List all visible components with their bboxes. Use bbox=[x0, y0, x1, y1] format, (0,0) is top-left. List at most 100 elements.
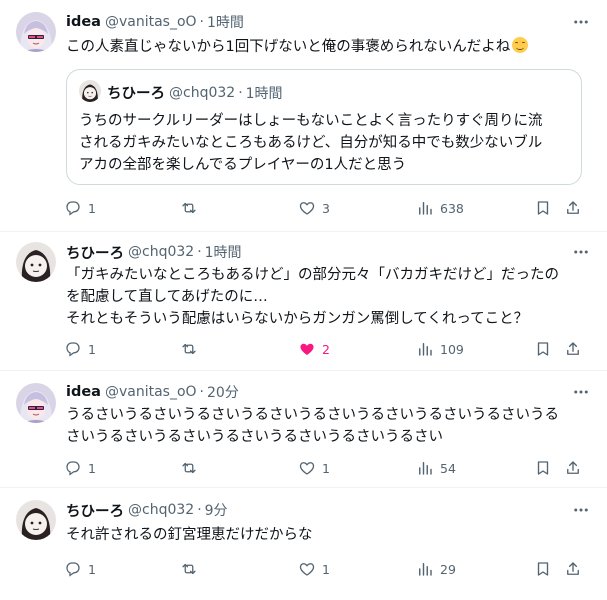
share-icon bbox=[567, 461, 579, 474]
tweet-text-line: さいうるさいうるさいうるさいうるさいうるさいうるさい bbox=[66, 429, 443, 445]
tweet-text: うるさいうるさいうるさいうるさいうるさいうるさいうるさいうるさいうる さいうるさ… bbox=[66, 404, 586, 448]
smiling-face-emoji-icon bbox=[512, 37, 529, 53]
bookmark-button[interactable] bbox=[534, 339, 552, 359]
share-button[interactable] bbox=[564, 458, 582, 478]
like-button[interactable]: 1 bbox=[298, 458, 330, 478]
like-button[interactable]: 3 bbox=[298, 198, 330, 218]
retweet-icon bbox=[182, 202, 196, 214]
heart-icon bbox=[299, 462, 315, 475]
chihiro-avatar-icon bbox=[79, 80, 101, 102]
analytics-icon bbox=[419, 343, 432, 356]
tweet-text-line: を配慮して直してあげたのに… bbox=[66, 289, 268, 305]
like-button[interactable]: 1 bbox=[298, 559, 330, 579]
reply-icon bbox=[66, 342, 80, 357]
user-handle[interactable]: @vanitas_oO bbox=[105, 14, 197, 30]
tweet-text-line: されるガキみたいなところもあるけど、自分が知る中でも数少ないブル bbox=[79, 135, 543, 151]
display-name[interactable]: ちひーろ bbox=[66, 242, 124, 263]
more-options-icon[interactable] bbox=[571, 382, 591, 402]
separator-dot: · bbox=[197, 244, 202, 260]
views-button[interactable]: 109 bbox=[416, 339, 464, 359]
avatar[interactable] bbox=[16, 242, 56, 282]
share-icon bbox=[567, 342, 579, 355]
analytics-icon bbox=[419, 462, 432, 475]
anime-girl-avatar-icon bbox=[16, 12, 56, 52]
user-handle[interactable]: @chq032 bbox=[128, 244, 194, 260]
tweet[interactable]: ちひーろ @chq032 · 1時間 「ガキみたいなところもあるけど」の部分元々… bbox=[0, 232, 607, 374]
tweet-text-line: この人素直じゃないから1回下げないと俺の事褒められないんだよね bbox=[66, 39, 511, 55]
separator-dot: · bbox=[238, 84, 243, 101]
share-button[interactable] bbox=[564, 198, 582, 218]
user-handle[interactable]: @chq032 bbox=[128, 502, 194, 518]
tweet[interactable]: idea @vanitas_oO · 1時間 この人素直じゃないから1回下げない… bbox=[0, 0, 607, 234]
display-name[interactable]: idea bbox=[66, 14, 101, 30]
action-bar: 1 1 29 bbox=[60, 559, 590, 579]
action-bar: 1 3 638 bbox=[60, 198, 590, 218]
views-button[interactable]: 29 bbox=[416, 559, 456, 579]
avatar bbox=[79, 80, 101, 102]
reply-button[interactable]: 1 bbox=[64, 339, 96, 359]
bookmark-button[interactable] bbox=[534, 458, 552, 478]
chihiro-avatar-icon bbox=[16, 500, 56, 540]
reply-count: 1 bbox=[88, 200, 96, 216]
separator-dot: · bbox=[199, 384, 204, 400]
action-bar: 1 1 54 bbox=[60, 458, 590, 478]
retweet-button[interactable] bbox=[180, 559, 198, 579]
reply-count: 1 bbox=[88, 341, 96, 357]
action-bar: 1 2 109 bbox=[60, 339, 590, 359]
retweet-icon bbox=[182, 462, 196, 474]
display-name[interactable]: idea bbox=[66, 384, 101, 400]
tweet-text: それ許されるの釘宮理恵だけだからな bbox=[66, 524, 586, 546]
like-count: 2 bbox=[322, 341, 330, 357]
chihiro-avatar-icon bbox=[16, 242, 56, 282]
timestamp[interactable]: 20分 bbox=[207, 382, 239, 402]
reply-icon bbox=[66, 562, 80, 577]
avatar[interactable] bbox=[16, 383, 56, 423]
tweet[interactable]: ちひーろ @chq032 · 9分 それ許されるの釘宮理恵だけだからな 1 1 … bbox=[0, 488, 607, 600]
share-button[interactable] bbox=[564, 339, 582, 359]
more-options-icon[interactable] bbox=[571, 242, 591, 262]
retweet-button[interactable] bbox=[180, 198, 198, 218]
user-handle: @chq032 bbox=[169, 84, 236, 101]
timestamp: 1時間 bbox=[245, 85, 283, 102]
tweet-text: この人素直じゃないから1回下げないと俺の事褒められないんだよね bbox=[66, 36, 586, 58]
reply-button[interactable]: 1 bbox=[64, 458, 96, 478]
like-count: 3 bbox=[322, 200, 330, 216]
tweet-text-line: 「ガキみたいなところもあるけど」の部分元々「バカガキだけど」だったの bbox=[66, 267, 559, 283]
tweet[interactable]: idea @vanitas_oO · 20分 うるさいうるさいうるさいうるさいう… bbox=[0, 371, 607, 489]
bookmark-button[interactable] bbox=[534, 198, 552, 218]
more-options-icon[interactable] bbox=[571, 500, 591, 520]
avatar[interactable] bbox=[16, 12, 56, 52]
heart-icon bbox=[299, 563, 315, 576]
avatar[interactable] bbox=[16, 500, 56, 540]
timestamp[interactable]: 1時間 bbox=[205, 242, 242, 262]
heart-filled-icon bbox=[300, 343, 314, 355]
tweet-header: idea @vanitas_oO · 20分 bbox=[66, 382, 239, 402]
views-button[interactable]: 54 bbox=[416, 458, 456, 478]
more-options-icon[interactable] bbox=[571, 12, 591, 32]
user-handle[interactable]: @vanitas_oO bbox=[105, 384, 197, 400]
display-name[interactable]: ちひーろ bbox=[66, 500, 124, 521]
reply-button[interactable]: 1 bbox=[64, 198, 96, 218]
quoted-tweet-text: うちのサークルリーダーはしょーもないことよく言ったりすぐ周りに流 されるガキみた… bbox=[79, 110, 571, 176]
tweet-text-line: うるさいうるさいうるさいうるさいうるさいうるさいうるさいうるさいうる bbox=[66, 407, 559, 423]
reply-button[interactable]: 1 bbox=[64, 559, 96, 579]
view-count: 54 bbox=[440, 460, 456, 476]
reply-count: 1 bbox=[88, 561, 96, 577]
views-button[interactable]: 638 bbox=[416, 198, 464, 218]
retweet-button[interactable] bbox=[180, 458, 198, 478]
bookmark-icon bbox=[537, 562, 549, 576]
like-count: 1 bbox=[322, 561, 330, 577]
display-name: ちひーろ bbox=[107, 86, 165, 102]
share-icon bbox=[567, 562, 579, 575]
tweet-header: idea @vanitas_oO · 1時間 bbox=[66, 12, 244, 32]
quoted-tweet[interactable]: ちひーろ @chq032 · 1時間 うちのサークルリーダーはしょーもないことよ… bbox=[66, 69, 582, 185]
like-button[interactable]: 2 bbox=[298, 339, 330, 359]
retweet-button[interactable] bbox=[180, 339, 198, 359]
bookmark-icon bbox=[537, 342, 549, 356]
share-button[interactable] bbox=[564, 559, 582, 579]
quoted-tweet-header: ちひーろ @chq032 · 1時間 bbox=[107, 82, 283, 103]
bookmark-button[interactable] bbox=[534, 559, 552, 579]
timestamp[interactable]: 1時間 bbox=[207, 12, 244, 32]
timestamp[interactable]: 9分 bbox=[205, 500, 228, 520]
view-count: 29 bbox=[440, 561, 456, 577]
